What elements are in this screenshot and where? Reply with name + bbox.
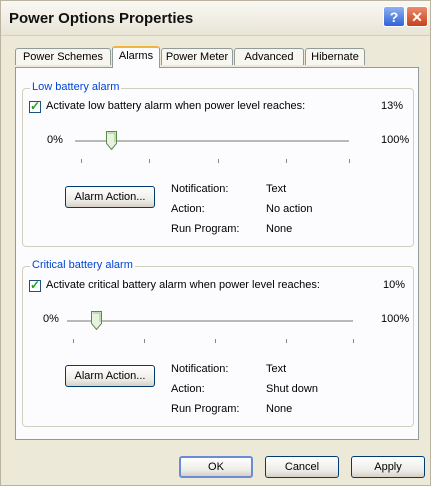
low-action-label: Action: bbox=[171, 203, 205, 215]
low-run-program-label: Run Program: bbox=[171, 223, 240, 235]
low-action-value: No action bbox=[266, 203, 313, 215]
low-battery-checkbox[interactable] bbox=[29, 99, 41, 113]
help-button[interactable]: ? bbox=[383, 6, 405, 27]
low-slider-tick bbox=[349, 159, 350, 163]
critical-run-program-label: Run Program: bbox=[171, 403, 240, 415]
low-notification-value: Text bbox=[266, 183, 287, 195]
low-slider-tick bbox=[81, 159, 82, 163]
low-battery-legend: Low battery alarm bbox=[30, 81, 122, 93]
low-slider-thumb[interactable] bbox=[106, 131, 117, 150]
critical-notification-value: Text bbox=[266, 363, 287, 375]
tab-hibernate[interactable]: Hibernate bbox=[305, 48, 365, 65]
critical-notification-label: Notification: bbox=[171, 363, 229, 375]
critical-slider-tick bbox=[73, 339, 74, 343]
low-slider-tick bbox=[149, 159, 150, 163]
low-battery-checkbox-label: Activate low battery alarm when power le… bbox=[46, 100, 306, 112]
critical-run-program-value: None bbox=[266, 403, 293, 415]
critical-slider-thumb[interactable] bbox=[91, 311, 102, 330]
critical-battery-legend: Critical battery alarm bbox=[30, 259, 135, 271]
critical-slider-tick bbox=[215, 339, 216, 343]
critical-slider-tick bbox=[144, 339, 145, 343]
low-run-program-value: None bbox=[266, 223, 293, 235]
power-options-window: Power Options Properties ? ✕ Power Schem… bbox=[0, 0, 431, 486]
low-alarm-action-button[interactable]: Alarm Action... bbox=[65, 186, 155, 208]
critical-battery-level-value: 10% bbox=[383, 279, 406, 291]
close-button[interactable]: ✕ bbox=[406, 6, 428, 27]
critical-slider-tick bbox=[353, 339, 354, 343]
critical-battery-checkbox-label: Activate critical battery alarm when pow… bbox=[46, 279, 320, 291]
critical-slider-track bbox=[67, 320, 353, 323]
low-notification-label: Notification: bbox=[171, 183, 229, 195]
critical-battery-checkbox[interactable] bbox=[29, 278, 41, 292]
low-slider-min-label: 0% bbox=[47, 134, 63, 146]
ok-button[interactable]: OK bbox=[179, 456, 253, 478]
cancel-button[interactable]: Cancel bbox=[265, 456, 339, 478]
alarms-panel: Low battery alarm Activate low battery a… bbox=[15, 67, 419, 440]
low-battery-group: Low battery alarm Activate low battery a… bbox=[22, 81, 414, 247]
tab-alarms[interactable]: Alarms bbox=[112, 46, 160, 68]
low-slider-tick bbox=[218, 159, 219, 163]
tab-power-meter[interactable]: Power Meter bbox=[161, 48, 233, 65]
critical-battery-group: Critical battery alarm Activate critical… bbox=[22, 259, 414, 427]
low-battery-level-value: 13% bbox=[381, 100, 404, 112]
window-title: Power Options Properties bbox=[9, 10, 194, 27]
apply-button[interactable]: Apply bbox=[351, 456, 425, 478]
title-bar[interactable]: Power Options Properties ? ✕ bbox=[1, 1, 430, 36]
critical-slider-tick bbox=[286, 339, 287, 343]
tab-advanced[interactable]: Advanced bbox=[234, 48, 304, 65]
critical-action-label: Action: bbox=[171, 383, 205, 395]
critical-slider-max-label: 100% bbox=[381, 313, 410, 325]
low-slider-tick bbox=[286, 159, 287, 163]
low-slider-max-label: 100% bbox=[381, 134, 410, 146]
critical-slider-min-label: 0% bbox=[43, 313, 59, 325]
tab-power-schemes[interactable]: Power Schemes bbox=[15, 48, 111, 65]
critical-alarm-action-button[interactable]: Alarm Action... bbox=[65, 365, 155, 387]
critical-action-value: Shut down bbox=[266, 383, 318, 395]
